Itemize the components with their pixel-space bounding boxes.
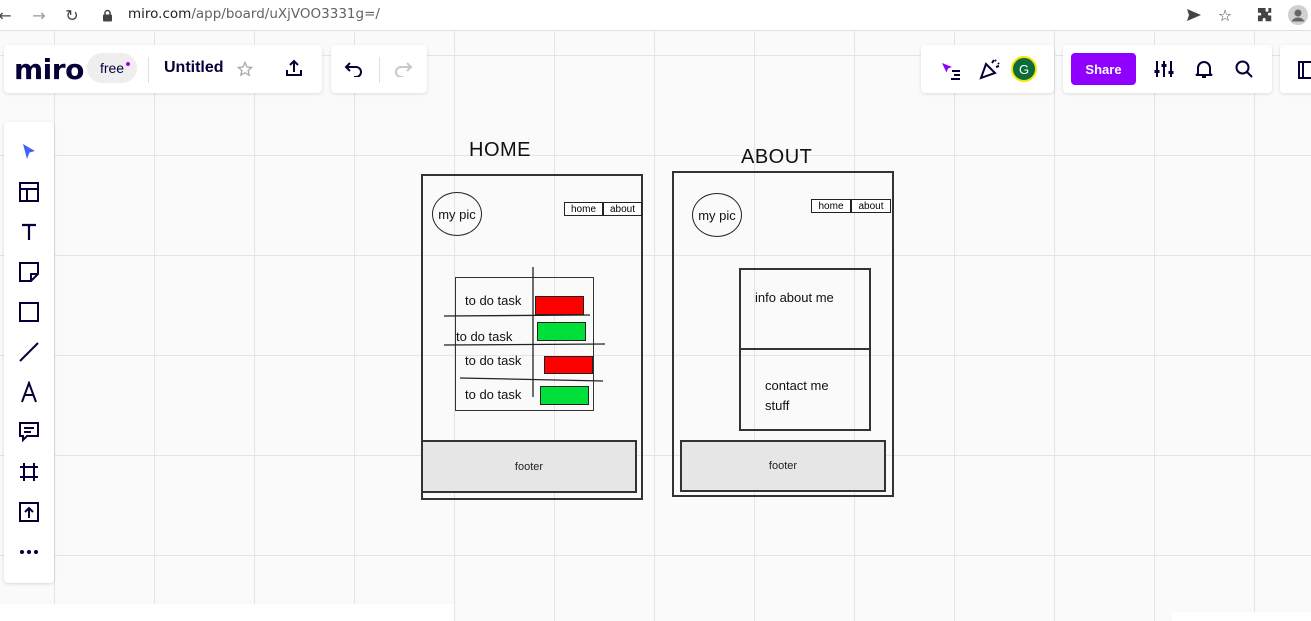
cursor-follow-icon[interactable] (936, 55, 964, 83)
extensions-icon[interactable] (1254, 4, 1276, 26)
history-divider (379, 57, 380, 83)
search-icon[interactable] (1230, 55, 1258, 83)
miro-logo[interactable]: miro (14, 53, 84, 86)
about-nav-home[interactable]: home (811, 199, 851, 213)
about-footer-label: footer (768, 460, 798, 472)
info-box[interactable] (739, 268, 871, 350)
about-footer[interactable]: footer (680, 440, 886, 492)
plan-badge[interactable]: free (87, 53, 137, 83)
profile-icon[interactable] (1287, 4, 1309, 26)
text-icon[interactable] (15, 218, 43, 246)
home-footer-label: footer (514, 460, 544, 473)
favorite-star-icon[interactable] (231, 55, 259, 83)
about-wireframe-title[interactable]: ABOUT (741, 146, 812, 169)
contact-text[interactable]: contact me stuff (765, 376, 855, 416)
star-icon[interactable]: ☆ (1214, 4, 1236, 26)
forward-icon[interactable]: → (28, 4, 50, 26)
select-icon[interactable] (15, 138, 43, 166)
user-avatar[interactable]: G (1011, 56, 1037, 82)
plan-dot-icon (126, 62, 130, 66)
frame-icon[interactable] (15, 458, 43, 486)
send-icon[interactable] (1183, 4, 1205, 26)
url-host: miro.com (128, 6, 192, 22)
board-canvas[interactable]: miro free Untitled G Share HOME my pic h… (0, 31, 1311, 621)
creation-toolbar (4, 122, 54, 583)
todo-status-4[interactable] (540, 386, 589, 405)
home-footer[interactable]: footer (421, 440, 637, 493)
todo-task-4[interactable]: to do task (465, 387, 521, 402)
templates-icon[interactable] (15, 178, 43, 206)
todo-status-1[interactable] (535, 296, 584, 315)
back-icon[interactable]: ← (0, 4, 16, 26)
notifications-icon[interactable] (1190, 55, 1218, 83)
about-pic-label: my pic (698, 207, 736, 223)
line-icon[interactable] (15, 338, 43, 366)
redo-icon[interactable] (389, 55, 417, 83)
shape-icon[interactable] (15, 298, 43, 326)
info-text[interactable]: info about me (755, 290, 834, 305)
board-title[interactable]: Untitled (164, 59, 224, 77)
home-nav-about[interactable]: about (603, 202, 642, 216)
more-icon[interactable] (15, 538, 43, 566)
about-pic-circle[interactable]: my pic (692, 193, 742, 237)
bottom-toolbar-edge (0, 604, 454, 621)
export-icon[interactable] (280, 54, 308, 82)
address-bar[interactable]: miro.com/app/board/uXjVOO3331g=/ (128, 6, 380, 22)
plan-badge-label: free (99, 60, 125, 76)
comment-icon[interactable] (15, 418, 43, 446)
sticky-note-icon[interactable] (15, 258, 43, 286)
todo-task-2[interactable]: to do task (456, 329, 512, 344)
minimap-edge (1172, 612, 1311, 621)
reload-icon[interactable]: ↻ (61, 4, 83, 26)
browser-toolbar: ← → ↻ miro.com/app/board/uXjVOO3331g=/ ☆ (0, 0, 1311, 31)
todo-task-1[interactable]: to do task (465, 293, 521, 308)
home-nav-home[interactable]: home (564, 202, 603, 216)
todo-task-3[interactable]: to do task (465, 353, 521, 368)
share-button[interactable]: Share (1071, 53, 1136, 85)
header-divider (148, 57, 149, 83)
celebrate-icon[interactable] (976, 55, 1004, 83)
home-pic-label: my pic (438, 206, 476, 222)
home-pic-circle[interactable]: my pic (432, 192, 482, 236)
todo-status-2[interactable] (537, 322, 586, 341)
home-wireframe-title[interactable]: HOME (469, 139, 531, 162)
settings-sliders-icon[interactable] (1150, 55, 1178, 83)
side-panel-toggle[interactable] (1280, 45, 1311, 93)
lock-icon (100, 4, 114, 26)
undo-icon[interactable] (340, 55, 368, 83)
url-path: /app/board/uXjVOO3331g=/ (191, 6, 380, 22)
avatar-initial: G (1018, 61, 1030, 77)
todo-status-3[interactable] (544, 356, 593, 374)
about-nav-about[interactable]: about (851, 199, 891, 213)
pen-icon[interactable] (15, 378, 43, 406)
upload-icon[interactable] (15, 498, 43, 526)
